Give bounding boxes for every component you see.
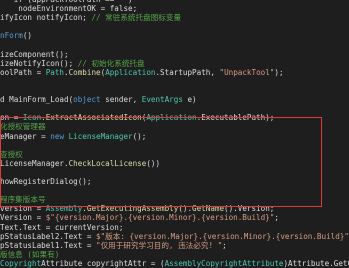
code-token: "UnpackTool" <box>220 68 275 77</box>
code-token: izeComponent(); <box>0 50 69 59</box>
code-line[interactable] <box>0 41 349 50</box>
code-token: // 初始化系统托盘 <box>78 59 145 68</box>
code-token: pStatusLabel1.Text = <box>0 241 96 250</box>
code-line[interactable]: 化授权管理器 <box>0 122 349 131</box>
code-token: Combine <box>69 68 101 77</box>
code-token: izeNotifyIcon(); <box>0 59 78 68</box>
code-line[interactable]: version = Assembly.GetExecutingAssembly(… <box>0 204 349 213</box>
code-token: GetExecutingAssembly <box>87 204 178 213</box>
code-line[interactable]: Version = $"{version.Major}.{version.Min… <box>0 213 349 222</box>
code-line[interactable]: pStatusLabel1.Text = "仅用于研究学习目的, 违法必究! "… <box>0 241 349 250</box>
code-token: .ExecutablePath); <box>197 113 275 122</box>
code-line[interactable]: eManager = new LicenseManager(); <box>0 132 349 141</box>
code-line[interactable]: 查授权 <box>0 150 349 159</box>
code-token: ifyIcon notifyIcon; <box>0 13 91 22</box>
code-line[interactable] <box>0 104 349 113</box>
code-token: howRegisterDialog(); <box>0 177 91 186</box>
code-token: (). <box>178 204 192 213</box>
code-token: e) <box>183 95 197 104</box>
code-token: Application <box>105 68 155 77</box>
code-token: Application <box>146 113 196 122</box>
code-token: d MainForm_Load( <box>0 95 73 104</box>
code-line[interactable] <box>0 141 349 150</box>
code-token: pStatusLabel2.Text = <box>0 232 96 241</box>
code-token: 查授权 <box>0 150 23 159</box>
code-line[interactable]: izeComponent(); <box>0 50 349 59</box>
code-token: 程序集版本号 <box>0 195 46 204</box>
code-token: object <box>73 95 100 104</box>
code-token: ; <box>222 241 227 250</box>
code-token: $"{version.Major}.{version.Minor}.{versi… <box>46 213 275 222</box>
code-token: () <box>23 31 32 40</box>
code-token: ); <box>274 68 283 77</box>
code-token: new <box>50 132 64 141</box>
code-token: 化授权管理器 <box>0 122 46 131</box>
code-line[interactable]: d MainForm_Load(object sender, EventArgs… <box>0 95 349 104</box>
code-token: eManager = <box>0 132 50 141</box>
code-line[interactable]: howRegisterDialog(); <box>0 177 349 186</box>
code-token: CheckLocalLicense <box>69 159 147 168</box>
code-line[interactable]: on = Icon.ExtractAssociatedIcon(Applicat… <box>0 113 349 122</box>
code-token: "仅用于研究学习目的, 违法必究! " <box>96 241 222 250</box>
code-editor[interactable]: if (appPackToolPath == "") nodeEnvironme… <box>0 0 349 267</box>
code-token: on = <box>0 113 23 122</box>
code-token: Assembly <box>46 204 83 213</box>
code-line[interactable]: LicenseManager.CheckLocalLicense()) <box>0 159 349 168</box>
code-token: 版信息 (如果有) <box>0 250 59 259</box>
code-token: Icon <box>23 113 41 122</box>
code-token: ().Version; <box>224 204 274 213</box>
code-line[interactable] <box>0 168 349 177</box>
code-token: ; <box>274 213 279 222</box>
code-line[interactable]: ifyIcon notifyIcon; // 常驻系统托盘图标变量 <box>0 13 349 22</box>
code-token: sender, <box>101 95 142 104</box>
code-token: .StartupPath, <box>155 68 219 77</box>
code-line[interactable] <box>0 86 349 95</box>
code-line[interactable]: nodeEnvironmentOK = false; <box>0 4 349 13</box>
code-token: // 常驻系统托盘图标变量 <box>91 13 181 22</box>
code-token: oolPath = <box>0 68 46 77</box>
code-token: nForm <box>0 31 23 40</box>
code-token: (); <box>133 132 147 141</box>
code-token: Path <box>46 68 64 77</box>
code-token: Version = <box>0 213 46 222</box>
code-token: $"版本: {version.Major}.{version.Minor}.{v… <box>96 232 349 241</box>
code-token: LicenseManager <box>69 132 133 141</box>
code-line[interactable] <box>0 186 349 195</box>
code-line[interactable]: nForm() <box>0 31 349 40</box>
code-line[interactable]: 版信息 (如果有) <box>0 250 349 259</box>
code-token: EventArgs <box>142 95 183 104</box>
code-line[interactable]: izeNotifyIcon(); // 初始化系统托盘 <box>0 59 349 68</box>
code-line[interactable]: pStatusLabel2.Text = $"版本: {version.Majo… <box>0 232 349 241</box>
code-token: GetName <box>192 204 224 213</box>
code-token: LicenseManager. <box>0 159 69 168</box>
code-line[interactable]: oolPath = Path.Combine(Application.Start… <box>0 68 349 77</box>
code-line[interactable] <box>0 22 349 31</box>
code-token: ExtractAssociatedIcon <box>46 113 142 122</box>
code-token: version = <box>0 204 46 213</box>
code-line[interactable]: Text.Text = currentVersion; <box>0 223 349 232</box>
code-token: Text.Text = currentVersion; <box>0 223 123 232</box>
code-token: nodeEnvironmentOK = false; <box>0 4 137 13</box>
code-token: ()) <box>146 159 160 168</box>
code-line[interactable] <box>0 77 349 86</box>
code-line[interactable]: 程序集版本号 <box>0 195 349 204</box>
